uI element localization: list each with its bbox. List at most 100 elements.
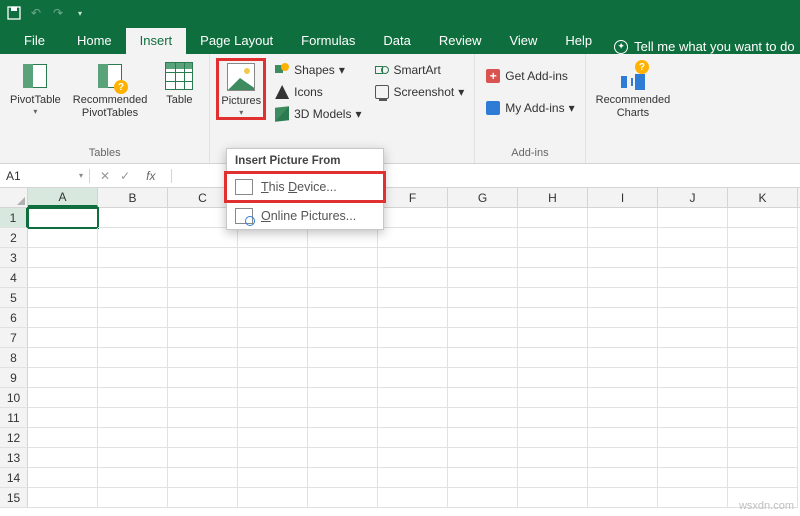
cell[interactable]: [98, 308, 168, 328]
row-header[interactable]: 5: [0, 288, 28, 308]
cell[interactable]: [98, 228, 168, 248]
cell[interactable]: [238, 248, 308, 268]
cell[interactable]: [28, 208, 98, 228]
row-header[interactable]: 15: [0, 488, 28, 508]
cell[interactable]: [168, 328, 238, 348]
cell[interactable]: [728, 348, 798, 368]
smartart-button[interactable]: SmartArt: [370, 60, 469, 80]
cell[interactable]: [518, 448, 588, 468]
tab-home[interactable]: Home: [63, 28, 126, 54]
cell[interactable]: [238, 368, 308, 388]
cell[interactable]: [728, 228, 798, 248]
cell[interactable]: [588, 408, 658, 428]
cell[interactable]: [448, 228, 518, 248]
cell[interactable]: [658, 208, 728, 228]
cell[interactable]: [308, 368, 378, 388]
cell[interactable]: [588, 228, 658, 248]
cell[interactable]: [658, 388, 728, 408]
cell[interactable]: [238, 428, 308, 448]
cell[interactable]: [28, 448, 98, 468]
cell[interactable]: [728, 448, 798, 468]
cell[interactable]: [28, 328, 98, 348]
cell[interactable]: [378, 348, 448, 368]
cell[interactable]: [98, 368, 168, 388]
cell[interactable]: [448, 208, 518, 228]
cell[interactable]: [448, 268, 518, 288]
shapes-button[interactable]: Shapes ▾: [270, 60, 365, 80]
cell[interactable]: [28, 488, 98, 508]
dropdown-this-device[interactable]: This Device...: [224, 171, 386, 203]
cell[interactable]: [378, 488, 448, 508]
col-header-B[interactable]: B: [98, 188, 168, 207]
tab-view[interactable]: View: [495, 28, 551, 54]
cell[interactable]: [308, 228, 378, 248]
cell[interactable]: [168, 248, 238, 268]
cell[interactable]: [588, 348, 658, 368]
cell[interactable]: [308, 428, 378, 448]
cell[interactable]: [238, 388, 308, 408]
tab-help[interactable]: Help: [551, 28, 606, 54]
cell[interactable]: [728, 268, 798, 288]
cell[interactable]: [518, 468, 588, 488]
cell[interactable]: [658, 368, 728, 388]
col-header-A[interactable]: A: [28, 188, 98, 207]
cell[interactable]: [588, 248, 658, 268]
cell[interactable]: [28, 468, 98, 488]
cell[interactable]: [378, 248, 448, 268]
cell[interactable]: [308, 348, 378, 368]
cell[interactable]: [238, 408, 308, 428]
cell[interactable]: [98, 428, 168, 448]
cell[interactable]: [658, 308, 728, 328]
cell[interactable]: [658, 488, 728, 508]
tab-file[interactable]: File: [10, 28, 63, 54]
cell[interactable]: [378, 308, 448, 328]
cell[interactable]: [308, 388, 378, 408]
cell[interactable]: [448, 288, 518, 308]
cell[interactable]: [28, 248, 98, 268]
cell[interactable]: [238, 488, 308, 508]
cell[interactable]: [378, 368, 448, 388]
cell[interactable]: [588, 368, 658, 388]
cell[interactable]: [98, 408, 168, 428]
cell[interactable]: [658, 328, 728, 348]
cell[interactable]: [308, 268, 378, 288]
cell[interactable]: [98, 448, 168, 468]
cell[interactable]: [168, 408, 238, 428]
cell[interactable]: [28, 408, 98, 428]
cell[interactable]: [238, 468, 308, 488]
cell[interactable]: [588, 208, 658, 228]
cell[interactable]: [518, 488, 588, 508]
cell[interactable]: [98, 268, 168, 288]
cell[interactable]: [518, 268, 588, 288]
cell[interactable]: [378, 408, 448, 428]
cell[interactable]: [658, 468, 728, 488]
cell[interactable]: [238, 268, 308, 288]
fx-button[interactable]: fx: [140, 169, 161, 183]
cell[interactable]: [658, 408, 728, 428]
cell[interactable]: [728, 208, 798, 228]
cell[interactable]: [308, 448, 378, 468]
cell[interactable]: [378, 328, 448, 348]
cell[interactable]: [518, 308, 588, 328]
cell[interactable]: [518, 408, 588, 428]
dropdown-online-pictures[interactable]: Online Pictures...: [227, 203, 383, 229]
undo-icon[interactable]: ↶: [28, 5, 44, 21]
cell[interactable]: [168, 228, 238, 248]
cell[interactable]: [448, 388, 518, 408]
cell[interactable]: [238, 348, 308, 368]
col-header-J[interactable]: J: [658, 188, 728, 207]
tab-page-layout[interactable]: Page Layout: [186, 28, 287, 54]
cell[interactable]: [28, 388, 98, 408]
cell[interactable]: [728, 308, 798, 328]
cell[interactable]: [378, 288, 448, 308]
pictures-button[interactable]: Pictures ▾: [216, 58, 266, 120]
cell[interactable]: [168, 488, 238, 508]
cell[interactable]: [728, 368, 798, 388]
cell[interactable]: [518, 208, 588, 228]
cell[interactable]: [98, 488, 168, 508]
cell[interactable]: [588, 288, 658, 308]
cell[interactable]: [518, 428, 588, 448]
get-addins-button[interactable]: Get Add-ins: [481, 66, 578, 86]
cell[interactable]: [588, 488, 658, 508]
cell[interactable]: [28, 428, 98, 448]
